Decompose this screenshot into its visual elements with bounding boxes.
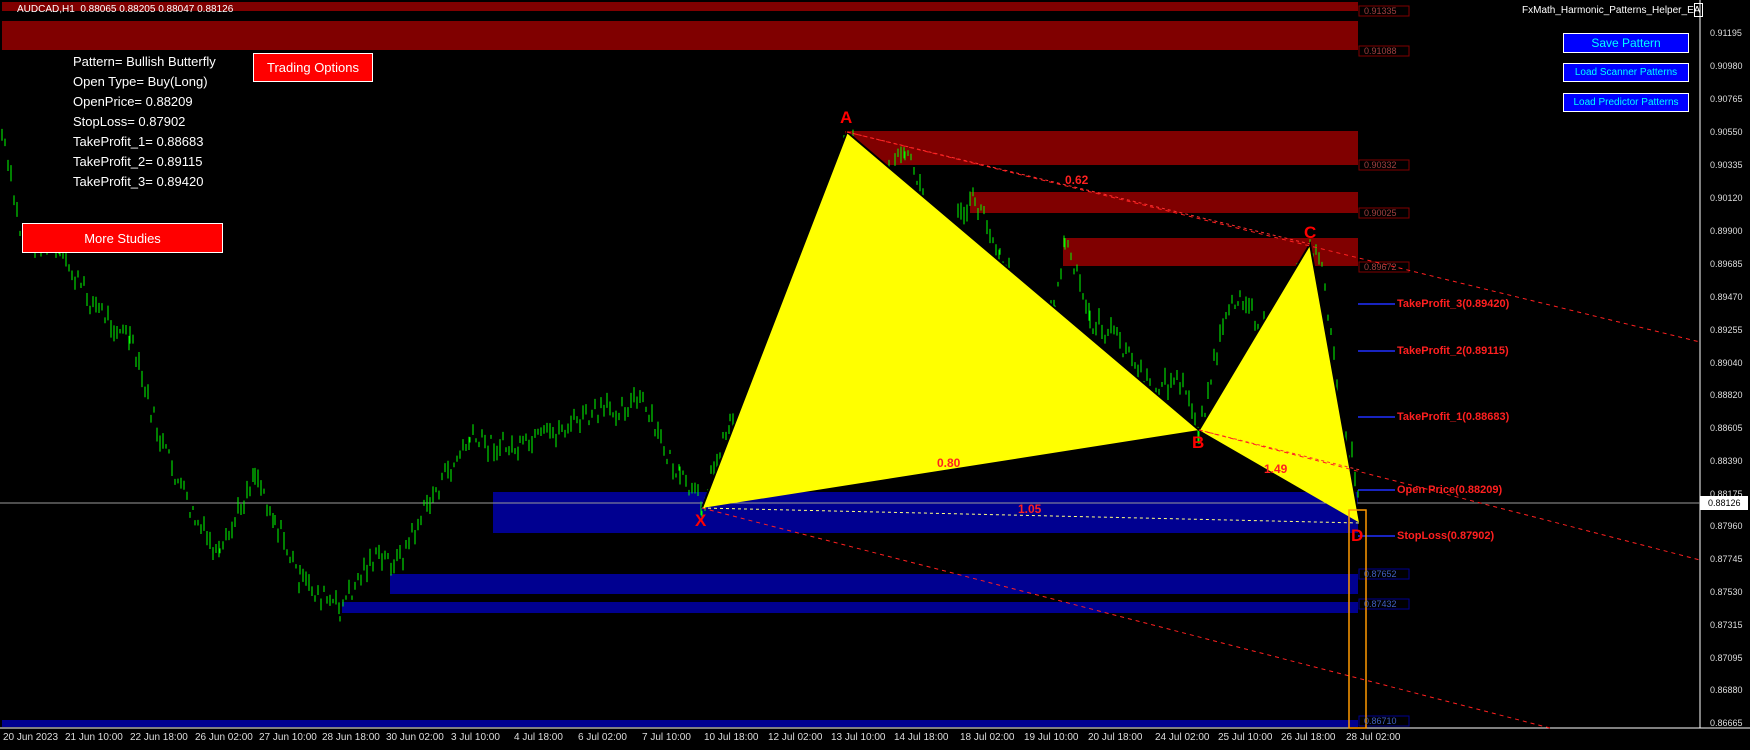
trading-options-button[interactable]: Trading Options [253,53,373,82]
price-axis-tick: 0.90550 [1710,127,1743,137]
time-axis-tick: 24 Jul 02:00 [1155,732,1210,743]
price-axis-tick: 0.86880 [1710,685,1743,695]
zone-price-label: 0.86710 [1364,716,1397,726]
supply-zone [2,21,1358,50]
supply-zone [970,192,1358,213]
time-axis-tick: 21 Jun 10:00 [65,732,123,743]
demand-zone [2,720,1358,727]
time-axis-tick: 26 Jul 18:00 [1281,732,1336,743]
pattern-info: Pattern= Bullish Butterfly Open Type= Bu… [73,52,216,192]
save-pattern-button[interactable]: Save Pattern [1563,33,1689,53]
demand-zone [342,602,1358,613]
level-lines [1358,303,1395,537]
load-scanner-patterns-button[interactable]: Load Scanner Patterns [1563,63,1689,82]
point-d-label: D [1351,526,1364,545]
zone-price-label: 0.90025 [1364,208,1397,218]
ratio-label-xb: 0.80 [937,456,961,470]
price-axis-tick: 0.89900 [1710,226,1743,236]
price-axis-tick: 0.87530 [1710,587,1743,597]
zone-price-label: 0.89672 [1364,262,1397,272]
time-axis-tick: 22 Jun 18:00 [130,732,188,743]
time-axis-tick: 19 Jul 10:00 [1024,732,1079,743]
time-axis-tick: 18 Jul 02:00 [960,732,1015,743]
price-axis-tick: 0.90980 [1710,61,1743,71]
time-axis-tick: 27 Jun 10:00 [259,732,317,743]
price-axis-tick: 0.90120 [1710,193,1743,203]
zone-price-label: 0.87432 [1364,599,1397,609]
zone-price-label: 0.90332 [1364,160,1397,170]
price-axis-tick: 0.87315 [1710,620,1743,630]
time-axis-tick: 14 Jul 18:00 [894,732,949,743]
price-axis-tick: 0.89470 [1710,292,1743,302]
time-axis-tick: 30 Jun 02:00 [386,732,444,743]
price-axis-tick: 0.87095 [1710,653,1743,663]
time-axis-tick: 7 Jul 10:00 [642,732,691,743]
take-profit-3-label: TakeProfit_3(0.89420) [1397,298,1510,310]
time-axis-tick: 20 Jul 18:00 [1088,732,1143,743]
ea-name: FxMath_Harmonic_Patterns_Helper_EA [1522,5,1701,16]
point-a-label: A [840,108,853,127]
symbol-info: AUDCAD,H1 0.88065 0.88205 0.88047 0.8812… [17,4,234,15]
point-c-label: C [1304,223,1317,242]
price-axis-tick: 0.89040 [1710,358,1743,368]
price-axis-tick: 0.88390 [1710,456,1743,466]
ratio-label-bd: 1.49 [1264,462,1288,476]
take-profit-3: TakeProfit_3= 0.89420 [73,174,204,189]
point-x-label: X [695,511,707,530]
current-price-tag: 0.88126 [1700,496,1748,510]
point-b-label: B [1192,433,1205,452]
price-axis-tick: 0.91195 [1710,28,1742,38]
price-axis-tick: 0.90335 [1710,160,1743,170]
price-axis-tick: 0.88820 [1710,390,1743,400]
price-axis-tick: 0.89255 [1710,325,1743,335]
demand-zone [493,492,1358,533]
price-axis-tick: 0.86665 [1710,718,1743,728]
ratio-label-xd: 1.05 [1018,502,1042,516]
open-type: Open Type= Buy(Long) [73,74,208,89]
open-price: OpenPrice= 0.88209 [73,94,193,109]
time-axis-tick: 20 Jun 2023 [3,732,59,743]
zone-price-label: 0.91335 [1364,6,1397,16]
price-chart[interactable] [0,0,1750,750]
demand-zone [390,574,1358,594]
stop-loss-label: StopLoss(0.87902) [1397,530,1495,542]
time-axis-tick: 3 Jul 10:00 [451,732,500,743]
time-axis-tick: 6 Jul 02:00 [578,732,627,743]
price-axis-tick: 0.88605 [1710,423,1743,433]
pattern-triangle-xab [702,132,1199,508]
take-profit-2: TakeProfit_2= 0.89115 [73,154,203,169]
price-axis-tick: 0.89685 [1710,259,1743,269]
time-axis-tick: 28 Jul 02:00 [1346,732,1401,743]
time-axis-tick: 25 Jul 10:00 [1218,732,1273,743]
ratio-label-ab: 0.62 [1065,173,1089,187]
supply-zone [845,131,1358,165]
harmonic-pattern [701,130,1361,524]
open-price-label: Open Price(0.88209) [1397,484,1503,496]
more-studies-button[interactable]: More Studies [22,223,223,253]
stop-loss: StopLoss= 0.87902 [73,114,186,129]
price-axis-tick: 0.90765 [1710,94,1743,104]
time-axis-tick: 26 Jun 02:00 [195,732,253,743]
time-axis-tick: 28 Jun 18:00 [322,732,380,743]
take-profit-1: TakeProfit_1= 0.88683 [73,134,204,149]
zone-price-label: 0.91088 [1364,46,1397,56]
time-axis-tick: 12 Jul 02:00 [768,732,823,743]
zone-price-label: 0.87652 [1364,569,1397,579]
take-profit-2-label: TakeProfit_2(0.89115) [1397,345,1509,357]
ea-minimize-icon[interactable] [1694,3,1703,17]
demand-zones [2,492,1358,727]
pattern-name: Pattern= Bullish Butterfly [73,54,216,69]
price-axis-tick: 0.87745 [1710,554,1743,564]
time-axis-tick: 4 Jul 18:00 [514,732,563,743]
time-axis-tick: 13 Jul 10:00 [831,732,886,743]
price-axis-tick: 0.87960 [1710,521,1743,531]
time-axis-tick: 10 Jul 18:00 [704,732,759,743]
take-profit-1-label: TakeProfit_1(0.88683) [1397,411,1510,423]
load-predictor-patterns-button[interactable]: Load Predictor Patterns [1563,93,1689,112]
